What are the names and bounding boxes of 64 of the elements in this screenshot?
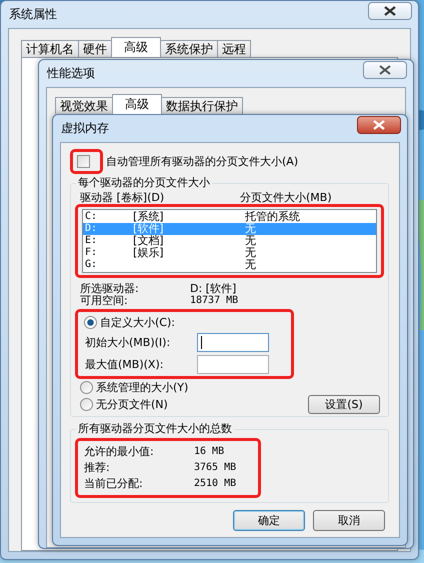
dialog-title: 虚拟内存: [61, 120, 109, 137]
drive-letter: F:: [85, 247, 98, 259]
page-file-size: 托管的系统: [245, 211, 301, 223]
drive-letter: G:: [85, 259, 98, 271]
total-value: 3765 MB: [194, 461, 236, 475]
cancel-button[interactable]: 取消: [313, 510, 385, 531]
total-label: 推荐:: [84, 460, 111, 476]
group-label: 所有驱动器分页文件大小的总数: [76, 422, 234, 436]
radio-label: 系统管理的大小(Y): [96, 381, 188, 394]
group-label: 每个驱动器的分页文件大小: [76, 176, 212, 190]
window-title: 系统属性: [9, 6, 57, 23]
volume-label: [软件]: [133, 223, 165, 235]
close-icon: [373, 120, 385, 130]
radio-label: 自定义大小(C):: [100, 316, 175, 329]
tab[interactable]: 高级: [112, 94, 162, 114]
drive-row[interactable]: E: [文档] 无: [83, 235, 376, 247]
input-field[interactable]: [197, 354, 269, 374]
total-value: 2510 MB: [194, 477, 236, 491]
info-value: 18737 MB: [190, 295, 238, 307]
column-header: 驱动器 [卷标](D): [80, 191, 166, 204]
tab[interactable]: 高级: [111, 37, 161, 57]
close-icon: [384, 6, 396, 16]
tab[interactable]: 系统保护: [160, 40, 218, 57]
close-button[interactable]: [357, 116, 401, 134]
drive-row[interactable]: C: [系统] 托管的系统: [83, 211, 376, 223]
info-label: 所选驱动器:: [80, 283, 140, 295]
dialog-title: 性能选项: [47, 65, 95, 82]
page-file-size: 无: [245, 247, 257, 259]
tab[interactable]: 视觉效果: [55, 97, 113, 114]
drive-letter: C:: [85, 211, 98, 223]
ok-button[interactable]: 确定: [233, 510, 305, 531]
set-button[interactable]: 设置(S): [308, 395, 380, 414]
close-button[interactable]: [363, 60, 407, 78]
total-value: 16 MB: [194, 445, 224, 459]
volume-label: [文档]: [133, 235, 165, 247]
total-label: 允许的最小值:: [84, 444, 155, 460]
info-value: D: [软件]: [190, 283, 236, 295]
info-label: 可用空间:: [80, 295, 129, 307]
close-icon: [379, 64, 391, 74]
field-label: 初始大小(MB)(I):: [85, 336, 172, 348]
drive-letter: E:: [85, 235, 98, 247]
page-file-size: 无: [245, 259, 257, 271]
field-label: 最大值(MB)(X):: [85, 358, 164, 370]
radio-button[interactable]: [80, 381, 93, 394]
drive-row[interactable]: F: [娱乐] 无: [83, 247, 376, 259]
radio-label: 无分页文件(N): [96, 398, 168, 411]
drive-letter: D:: [85, 223, 98, 235]
volume-label: [娱乐]: [133, 247, 165, 259]
tab[interactable]: 数据执行保护: [161, 97, 243, 114]
column-header: 分页文件大小(MB): [240, 191, 333, 204]
tab[interactable]: 硬件: [78, 40, 112, 57]
page-file-size: 无: [245, 223, 257, 235]
checkbox[interactable]: [77, 155, 90, 168]
page-file-size: 无: [245, 235, 257, 247]
tab[interactable]: 远程: [217, 40, 251, 57]
radio-button[interactable]: [80, 398, 93, 411]
total-label: 当前已分配:: [84, 476, 144, 492]
radio-button[interactable]: [84, 316, 97, 329]
drive-row[interactable]: G: 无: [83, 259, 376, 271]
tab[interactable]: 计算机名: [21, 40, 79, 57]
input-field[interactable]: [197, 332, 269, 352]
close-button[interactable]: [368, 2, 412, 20]
volume-label: [系统]: [133, 211, 165, 223]
checkbox-label: 自动管理所有驱动器的分页文件大小(A): [106, 155, 298, 168]
